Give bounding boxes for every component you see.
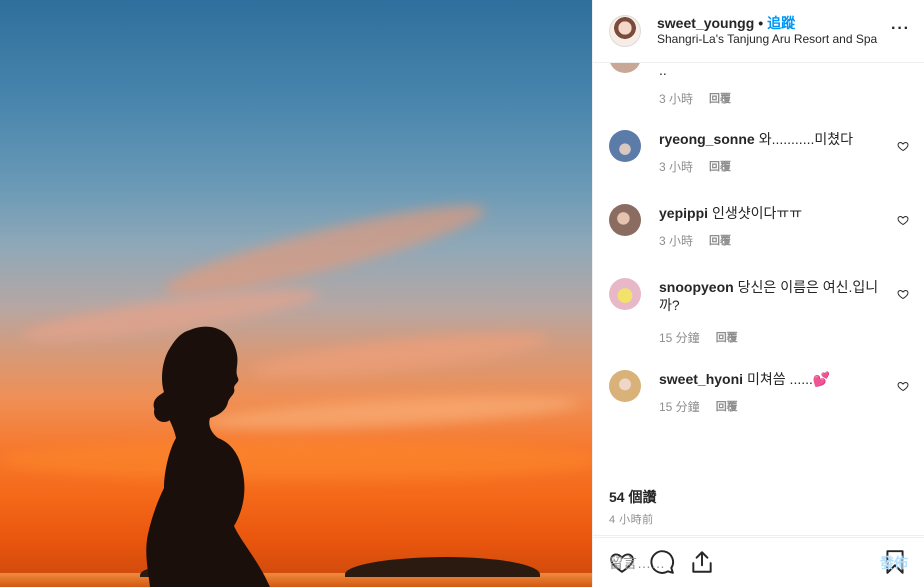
comment-body: 인생샷이다ㅠㅠ <box>712 205 803 221</box>
commenter-avatar[interactable] <box>609 130 641 162</box>
post-photo[interactable] <box>0 0 592 587</box>
post-header: sweet_youngg • 追蹤 Shangri-La's Tanjung A… <box>593 0 924 63</box>
comment-body: 와...........미쳤다 <box>758 131 854 147</box>
island <box>345 557 540 577</box>
reply-button[interactable]: 回覆 <box>709 90 731 107</box>
comment-username[interactable]: yepippi <box>659 205 708 221</box>
comment-time: 3 小時 <box>659 160 694 174</box>
post-comment-button[interactable]: 發佈 <box>880 553 908 573</box>
commenter-avatar[interactable] <box>609 370 641 402</box>
comments-list[interactable]: .. 3 小時 回覆 ryeong_sonne 와...........미쳤다 3… <box>593 63 924 535</box>
comment-text: sweet_hyoni 미쳐씀 ......💕 <box>659 370 879 388</box>
cloud-streak <box>160 190 490 310</box>
comment-username[interactable]: ryeong_sonne <box>659 131 755 147</box>
instagram-post: sweet_youngg • 追蹤 Shangri-La's Tanjung A… <box>0 0 924 587</box>
commenter-avatar[interactable] <box>609 204 641 236</box>
reply-button[interactable]: 回覆 <box>709 158 731 175</box>
author-avatar[interactable] <box>609 15 641 47</box>
follow-button[interactable]: 追蹤 <box>767 15 795 31</box>
comment-username[interactable]: sweet_hyoni <box>659 371 743 387</box>
author-username[interactable]: sweet_youngg <box>657 15 754 31</box>
separator-dot: • <box>758 15 764 31</box>
comment-text: .. <box>659 63 879 79</box>
commenter-avatar[interactable] <box>609 63 641 73</box>
like-comment-heart-icon[interactable] <box>897 380 909 392</box>
comment-body: .. <box>659 63 667 78</box>
comment-body: 미쳐씀 ......💕 <box>747 371 831 387</box>
commenter-avatar[interactable] <box>609 278 641 310</box>
reply-button[interactable]: 回覆 <box>716 329 738 346</box>
like-comment-heart-icon[interactable] <box>897 288 909 300</box>
like-comment-heart-icon[interactable] <box>897 140 909 152</box>
post-panel: sweet_youngg • 追蹤 Shangri-La's Tanjung A… <box>592 0 924 587</box>
comment-time: 15 分鐘 <box>659 331 700 345</box>
comment-time: 3 小時 <box>659 92 694 106</box>
comment-time: 3 小時 <box>659 234 694 248</box>
like-comment-heart-icon[interactable] <box>897 214 909 226</box>
comment-text: ryeong_sonne 와...........미쳤다 <box>659 130 879 148</box>
comment-input[interactable] <box>609 554 880 571</box>
more-options-icon[interactable]: ··· <box>891 21 910 37</box>
cloud-streak <box>249 324 551 386</box>
comment-time: 15 分鐘 <box>659 400 700 414</box>
comment-composer: 發佈 <box>593 537 924 587</box>
comment-text: snoopyeon 당신은 이름은 여신.입니까? <box>659 278 879 314</box>
reply-button[interactable]: 回覆 <box>716 398 738 415</box>
reply-button[interactable]: 回覆 <box>709 232 731 249</box>
comment-text: yepippi 인생샷이다ㅠㅠ <box>659 204 879 222</box>
woman-silhouette <box>146 326 270 587</box>
post-timestamp: 4 小時前 <box>609 514 654 526</box>
likes-count[interactable]: 54 個讚 <box>609 487 656 507</box>
cloud-streak <box>0 440 592 480</box>
location-link[interactable]: Shangri-La's Tanjung Aru Resort and Spa <box>657 31 877 47</box>
comment-username[interactable]: snoopyeon <box>659 279 734 295</box>
